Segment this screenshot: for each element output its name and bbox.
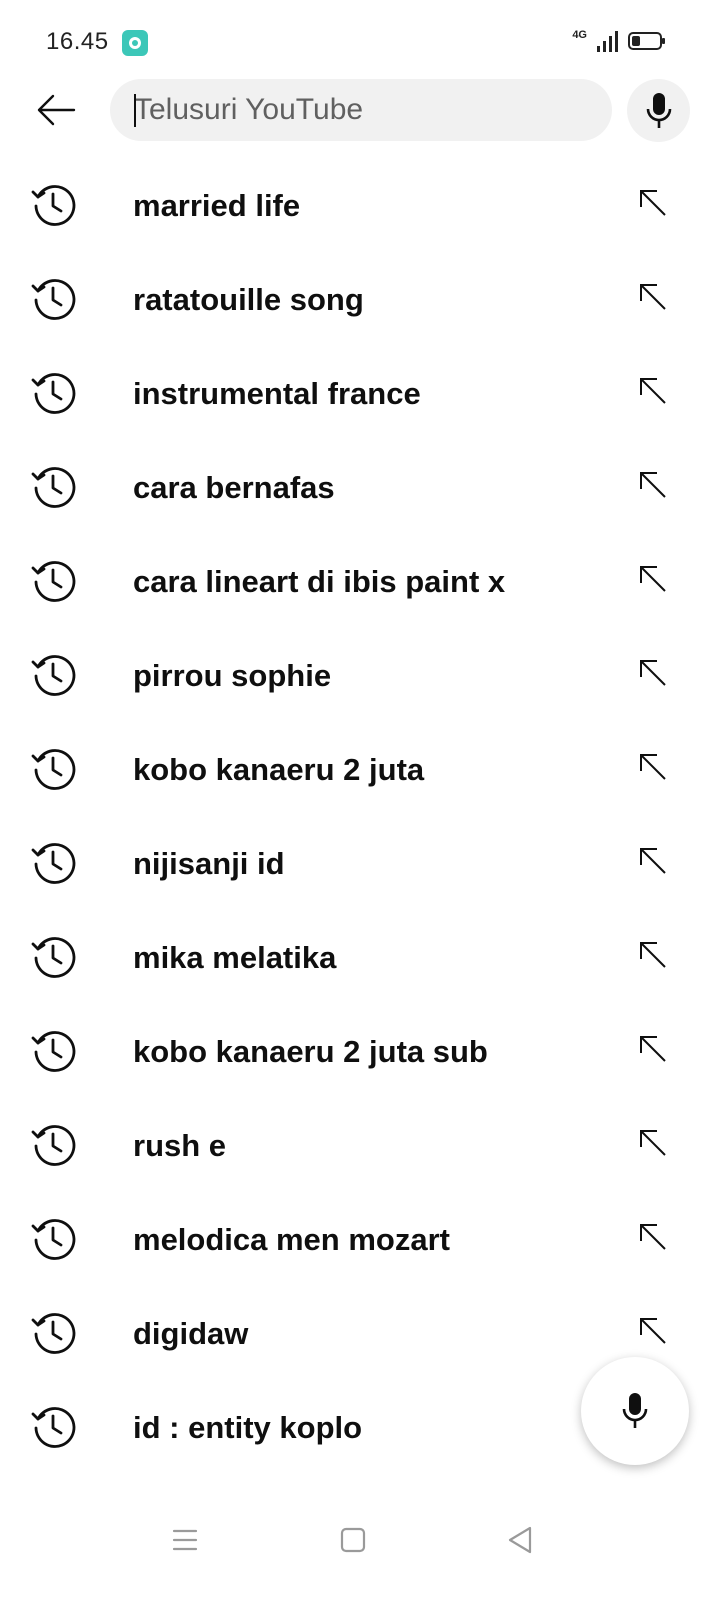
fill-query-button[interactable]	[628, 930, 678, 980]
battery-icon	[628, 32, 665, 50]
history-item[interactable]: married life	[0, 160, 720, 254]
history-item-label: kobo kanaeru 2 juta sub	[133, 1034, 488, 1069]
history-clock-icon	[31, 1407, 76, 1448]
history-clock-icon	[31, 749, 76, 790]
history-item[interactable]: rush e	[0, 1100, 720, 1194]
history-item[interactable]: instrumental france	[0, 348, 720, 442]
history-item-label: rush e	[133, 1128, 227, 1163]
history-item-label: melodica men mozart	[133, 1222, 450, 1257]
history-item[interactable]: nijisanji id	[0, 818, 720, 912]
status-time: 16.45	[46, 28, 109, 55]
history-item-label: mika melatika	[133, 940, 337, 975]
history-item[interactable]: pirrou sophie	[0, 630, 720, 724]
system-nav-bar	[0, 1488, 720, 1600]
arrow-up-left-icon	[640, 1036, 666, 1062]
history-clock-icon	[31, 1125, 76, 1166]
history-item-label: instrumental france	[133, 376, 421, 411]
arrow-up-left-icon	[640, 660, 666, 686]
search-box[interactable]	[110, 79, 612, 141]
history-item-label: cara lineart di ibis paint x	[133, 564, 506, 599]
fill-query-button[interactable]	[628, 1306, 678, 1356]
history-clock-icon	[31, 655, 76, 696]
fill-query-button[interactable]	[628, 366, 678, 416]
text-cursor	[134, 94, 136, 127]
fill-query-button[interactable]	[628, 178, 678, 228]
fill-query-button[interactable]	[628, 1212, 678, 1262]
arrow-up-left-icon	[640, 848, 666, 874]
menu-icon	[172, 1529, 198, 1551]
history-item[interactable]: ratatouille song	[0, 254, 720, 348]
history-item-label: ratatouille song	[133, 282, 364, 317]
history-item-label: kobo kanaeru 2 juta	[133, 752, 425, 787]
history-item-label: nijisanji id	[133, 846, 285, 881]
fill-query-button[interactable]	[628, 836, 678, 886]
fill-query-button[interactable]	[628, 742, 678, 792]
arrow-up-left-icon	[640, 1318, 666, 1344]
history-clock-icon	[31, 937, 76, 978]
history-item[interactable]: kobo kanaeru 2 juta	[0, 724, 720, 818]
nav-back-button[interactable]	[490, 1510, 550, 1570]
history-clock-icon	[31, 467, 76, 508]
fill-query-button[interactable]	[628, 1118, 678, 1168]
network-type-label: 4G	[572, 29, 587, 41]
history-item-label: digidaw	[133, 1316, 249, 1351]
app-notification-icon	[122, 30, 148, 56]
fill-query-button[interactable]	[628, 554, 678, 604]
fill-query-button[interactable]	[628, 1024, 678, 1074]
history-clock-icon	[31, 373, 76, 414]
arrow-up-left-icon	[640, 190, 666, 216]
arrow-up-left-icon	[640, 378, 666, 404]
history-item[interactable]: kobo kanaeru 2 juta sub	[0, 1006, 720, 1100]
arrow-up-left-icon	[640, 754, 666, 780]
history-clock-icon	[31, 1031, 76, 1072]
fill-query-button[interactable]	[628, 648, 678, 698]
status-indicators: 4G	[572, 29, 665, 52]
microphone-icon	[622, 1393, 648, 1428]
arrow-left-icon	[37, 94, 76, 126]
history-item-label: pirrou sophie	[133, 658, 332, 693]
nav-home-button[interactable]	[323, 1510, 383, 1570]
back-button[interactable]	[28, 82, 84, 138]
history-item[interactable]: mika melatika	[0, 912, 720, 1006]
history-item-label: id : entity koplo	[133, 1410, 363, 1445]
search-history-list: married life ratatouille song instrument…	[0, 160, 720, 1476]
history-item-label: cara bernafas	[133, 470, 335, 505]
history-item[interactable]: cara bernafas	[0, 442, 720, 536]
signal-icon	[597, 30, 618, 52]
arrow-up-left-icon	[640, 284, 666, 310]
history-item[interactable]: cara lineart di ibis paint x	[0, 536, 720, 630]
arrow-up-left-icon	[640, 1130, 666, 1156]
back-triangle-icon	[508, 1526, 532, 1554]
microphone-icon	[646, 92, 671, 128]
voice-search-button[interactable]	[627, 79, 690, 142]
arrow-up-left-icon	[640, 566, 666, 592]
history-clock-icon	[31, 185, 76, 226]
home-square-icon	[340, 1527, 366, 1553]
status-bar: 16.45 4G	[0, 0, 720, 86]
search-input[interactable]	[134, 79, 594, 141]
history-clock-icon	[31, 561, 76, 602]
history-clock-icon	[31, 843, 76, 884]
fill-query-button[interactable]	[628, 272, 678, 322]
history-item[interactable]: melodica men mozart	[0, 1194, 720, 1288]
nav-menu-button[interactable]	[155, 1510, 215, 1570]
history-clock-icon	[31, 279, 76, 320]
history-clock-icon	[31, 1313, 76, 1354]
arrow-up-left-icon	[640, 1224, 666, 1250]
history-item-label: married life	[133, 188, 301, 223]
arrow-up-left-icon	[640, 942, 666, 968]
arrow-up-left-icon	[640, 472, 666, 498]
floating-voice-search-button[interactable]	[581, 1357, 689, 1465]
fill-query-button[interactable]	[628, 460, 678, 510]
history-clock-icon	[31, 1219, 76, 1260]
